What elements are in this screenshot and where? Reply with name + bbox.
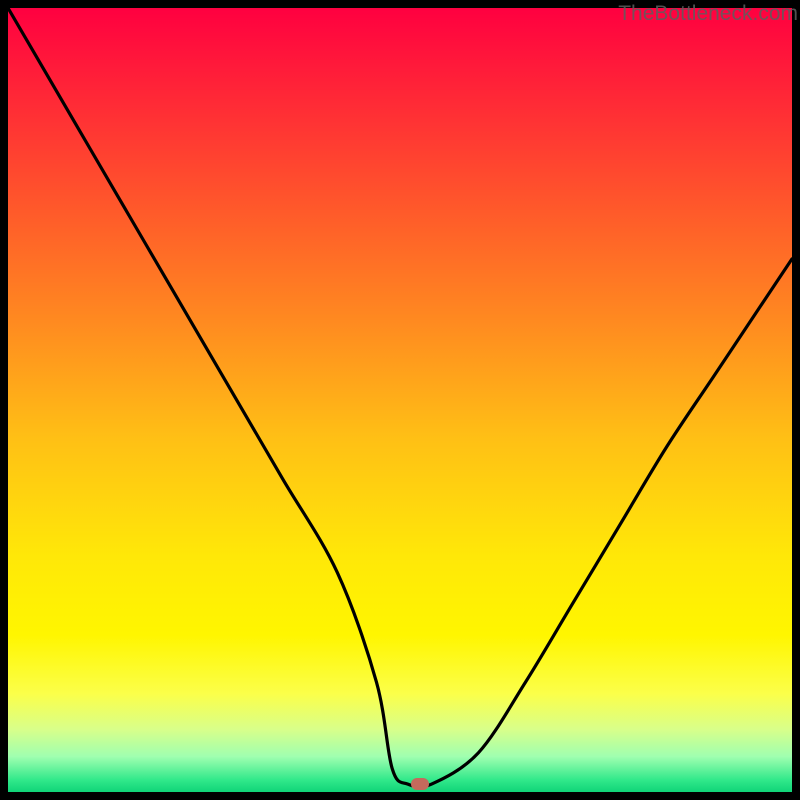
- optimal-point-marker: [411, 778, 429, 790]
- chart-frame: [8, 8, 792, 792]
- bottleneck-curve: [8, 8, 792, 787]
- chart-curve-layer: [8, 8, 792, 792]
- chart-plot-area: [8, 8, 792, 792]
- watermark-text: TheBottleneck.com: [618, 2, 798, 26]
